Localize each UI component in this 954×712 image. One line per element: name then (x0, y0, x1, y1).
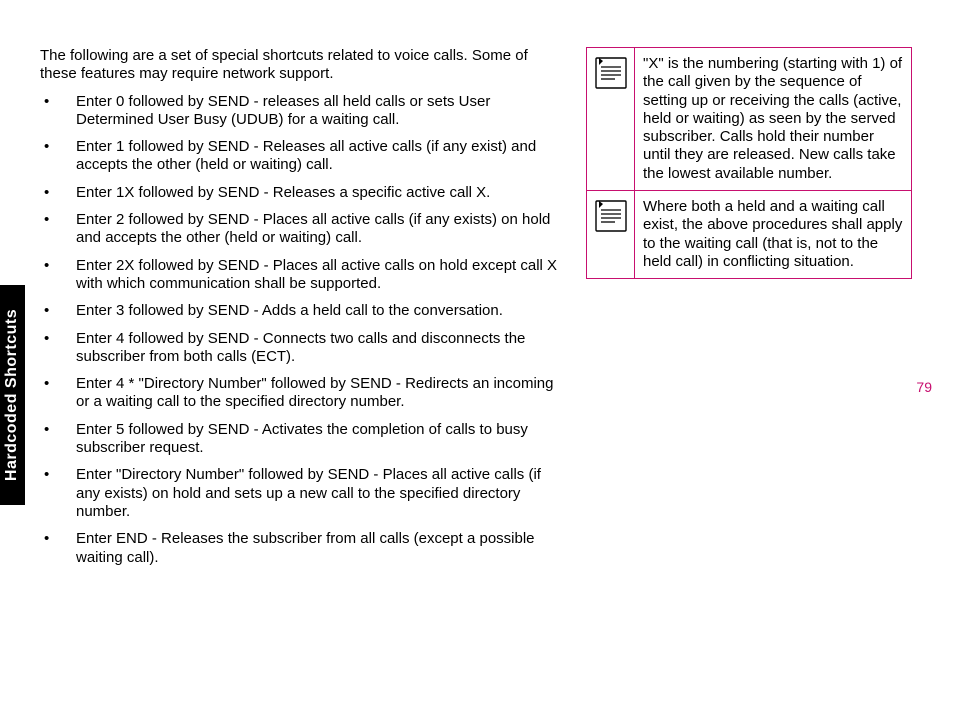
shortcut-list: Enter 0 followed by SEND - releases all … (40, 93, 560, 567)
list-item: Enter 2X followed by SEND - Places all a… (40, 257, 560, 294)
list-item: Enter 1X followed by SEND - Releases a s… (40, 184, 560, 202)
list-item: Enter 2 followed by SEND - Places all ac… (40, 211, 560, 248)
list-item: Enter 3 followed by SEND - Adds a held c… (40, 302, 560, 320)
note-text: "X" is the numbering (starting with 1) o… (635, 48, 912, 191)
note-icon (594, 199, 628, 233)
list-item: Enter 1 followed by SEND - Releases all … (40, 138, 560, 175)
list-item: Enter 4 * "Directory Number" followed by… (40, 375, 560, 412)
side-tab: Hardcoded Shortcuts (0, 285, 25, 505)
note-icon (594, 56, 628, 90)
left-column: The following are a set of special short… (40, 47, 560, 576)
table-row: Where both a held and a waiting call exi… (587, 191, 912, 279)
table-row: "X" is the numbering (starting with 1) o… (587, 48, 912, 191)
note-text: Where both a held and a waiting call exi… (635, 191, 912, 279)
notes-table: "X" is the numbering (starting with 1) o… (586, 47, 912, 279)
list-item: Enter 0 followed by SEND - releases all … (40, 93, 560, 130)
right-column: "X" is the numbering (starting with 1) o… (586, 47, 912, 576)
list-item: Enter 4 followed by SEND - Connects two … (40, 330, 560, 367)
note-icon-cell (587, 48, 635, 191)
list-item: Enter 5 followed by SEND - Activates the… (40, 421, 560, 458)
list-item: Enter "Directory Number" followed by SEN… (40, 466, 560, 521)
intro-paragraph: The following are a set of special short… (40, 47, 560, 84)
side-tab-label: Hardcoded Shortcuts (4, 309, 22, 481)
list-item: Enter END - Releases the subscriber from… (40, 530, 560, 567)
note-icon-cell (587, 191, 635, 279)
page-content: The following are a set of special short… (40, 47, 920, 576)
